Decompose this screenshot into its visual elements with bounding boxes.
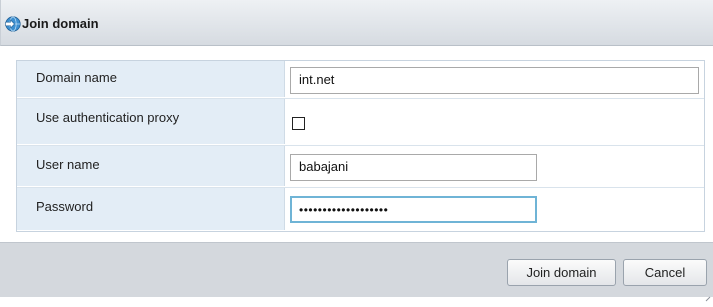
domain-name-label: Domain name bbox=[36, 70, 117, 85]
cancel-button[interactable]: Cancel bbox=[623, 259, 707, 286]
value-cell: babajani bbox=[285, 146, 704, 186]
join-domain-form: Domain name int.net Use authentication p… bbox=[16, 60, 705, 232]
dialog-title: Join domain bbox=[22, 16, 99, 31]
label-cell: Use authentication proxy bbox=[17, 99, 285, 144]
password-input[interactable]: ••••••••••••••••••• bbox=[290, 196, 537, 223]
form-row-auth-proxy: Use authentication proxy bbox=[17, 99, 704, 145]
user-name-input[interactable]: babajani bbox=[290, 154, 537, 181]
join-domain-button[interactable]: Join domain bbox=[507, 259, 616, 286]
value-cell: ••••••••••••••••••• bbox=[285, 188, 704, 230]
join-domain-icon bbox=[5, 16, 21, 32]
dialog-footer: Join domain Cancel bbox=[0, 242, 713, 302]
label-cell: Password bbox=[17, 188, 285, 230]
form-row-domain-name: Domain name int.net bbox=[17, 61, 704, 98]
label-cell: User name bbox=[17, 146, 285, 186]
form-row-password: Password ••••••••••••••••••• bbox=[17, 188, 704, 231]
user-name-label: User name bbox=[36, 157, 100, 172]
resize-grip-icon[interactable] bbox=[705, 289, 711, 302]
form-row-user-name: User name babajani bbox=[17, 146, 704, 187]
domain-name-input[interactable]: int.net bbox=[290, 67, 699, 94]
value-cell bbox=[285, 99, 704, 144]
join-domain-dialog: Join domain Domain name int.net Use auth… bbox=[0, 0, 713, 302]
auth-proxy-checkbox[interactable] bbox=[292, 117, 305, 130]
auth-proxy-label: Use authentication proxy bbox=[36, 110, 180, 125]
dialog-titlebar: Join domain bbox=[0, 0, 713, 46]
password-label: Password bbox=[36, 199, 94, 214]
value-cell: int.net bbox=[285, 61, 704, 97]
dialog-body: Domain name int.net Use authentication p… bbox=[0, 46, 713, 242]
label-cell: Domain name bbox=[17, 61, 285, 97]
